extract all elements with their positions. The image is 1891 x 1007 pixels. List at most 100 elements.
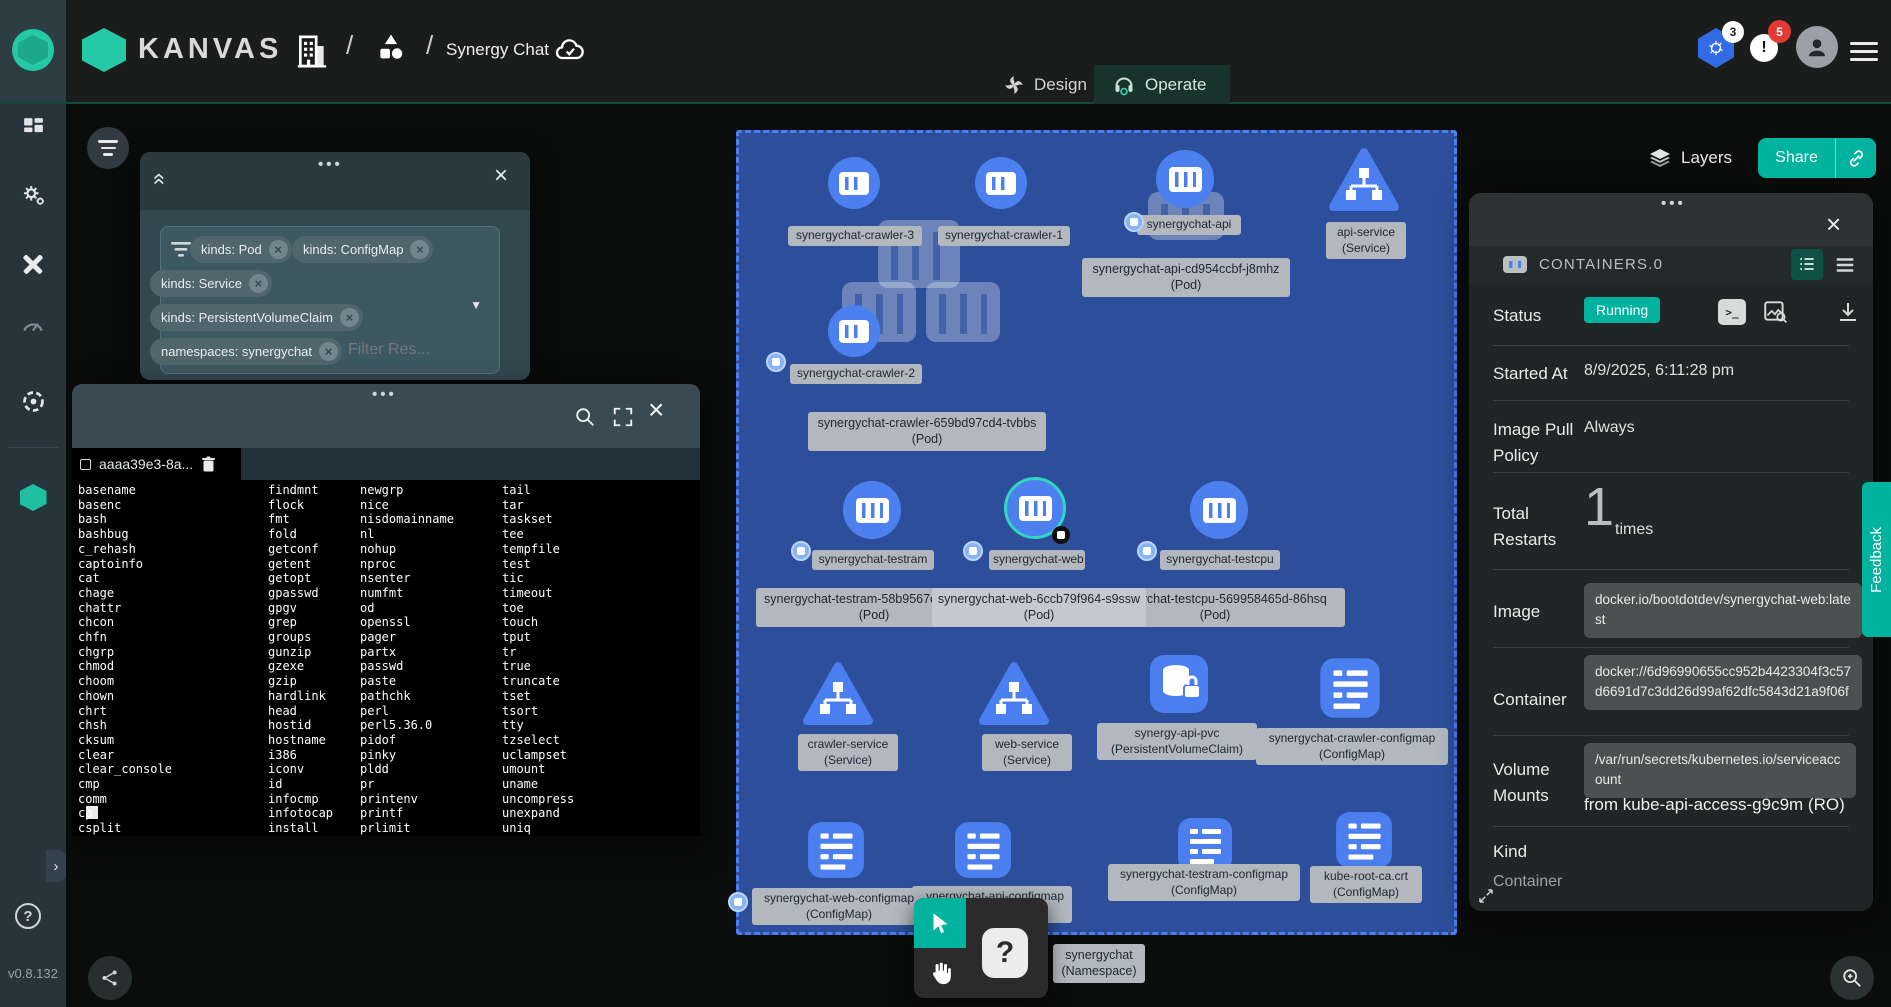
remove-chip-icon[interactable]: × bbox=[249, 274, 268, 293]
image-inspect-icon[interactable] bbox=[1762, 297, 1788, 325]
pod-badge-icon bbox=[963, 541, 983, 561]
help-shortcut-button[interactable]: ? bbox=[982, 928, 1028, 978]
pod-icon-crawler-3[interactable] bbox=[828, 157, 880, 209]
zoom-button[interactable] bbox=[1830, 956, 1874, 1000]
close-icon[interactable]: × bbox=[648, 394, 664, 426]
pod-badge-icon bbox=[1124, 212, 1144, 232]
container-icon bbox=[856, 498, 889, 523]
filter-chip-kinds-pvc[interactable]: kinds: PersistentVolumeClaim× bbox=[150, 304, 363, 331]
remove-chip-icon[interactable]: × bbox=[319, 342, 338, 361]
pod-icon-crawler-2[interactable] bbox=[828, 305, 880, 357]
list-view-icon[interactable] bbox=[1833, 254, 1857, 276]
tab-design[interactable]: Design bbox=[985, 65, 1105, 104]
remove-chip-icon[interactable]: × bbox=[410, 240, 429, 259]
filter-chip-namespace[interactable]: namespaces: synergychat× bbox=[150, 338, 342, 365]
design-shapes-icon[interactable] bbox=[374, 28, 408, 68]
pod-icon-testram[interactable] bbox=[843, 481, 901, 539]
feedback-tab[interactable]: Feedback bbox=[1862, 482, 1891, 637]
expand-sidebar-handle[interactable]: › bbox=[46, 850, 66, 882]
terminal-header[interactable]: ••• × bbox=[72, 384, 700, 448]
remove-chip-icon[interactable]: × bbox=[269, 240, 288, 259]
search-icon[interactable] bbox=[574, 406, 596, 428]
terminal-output[interactable]: basename basenc bash bashbug c_rehash ca… bbox=[72, 480, 700, 836]
panel-drag-header[interactable]: ••• bbox=[1469, 193, 1873, 246]
configmap-icon-crawler-configmap[interactable] bbox=[1318, 656, 1382, 720]
container-id-box[interactable]: docker://6d96990655cc952b4423304f3c57d66… bbox=[1584, 655, 1862, 710]
filter-resources-input[interactable] bbox=[346, 340, 454, 360]
volume-mount-box[interactable]: /var/run/secrets/kubernetes.io/serviceac… bbox=[1584, 743, 1856, 798]
link-icon bbox=[1847, 149, 1866, 168]
canvas-cursor-toolbar: ? bbox=[914, 898, 1048, 998]
container-icon bbox=[1203, 498, 1236, 523]
magnifier-plus-icon bbox=[1841, 967, 1863, 989]
service-icon-crawler-service[interactable] bbox=[802, 660, 874, 728]
sidebar-item-settings[interactable] bbox=[0, 182, 66, 209]
remove-chip-icon[interactable]: × bbox=[340, 308, 359, 327]
terminal-column: tail tar taskset tee tempfile test tic t… bbox=[502, 483, 574, 836]
pod-badge-icon bbox=[1137, 541, 1157, 561]
close-icon[interactable]: × bbox=[1826, 211, 1841, 237]
main-menu-icon[interactable] bbox=[1850, 37, 1878, 66]
filter-chip-kinds-pod[interactable]: kinds: Pod× bbox=[190, 236, 292, 263]
expand-panel-icon[interactable] bbox=[1477, 887, 1495, 905]
pod-icon-crawler-1[interactable] bbox=[975, 157, 1027, 209]
tools-icon bbox=[19, 252, 47, 276]
breadcrumb-project-name[interactable]: Synergy Chat bbox=[446, 40, 549, 60]
collapse-up-icon[interactable]: « bbox=[147, 173, 173, 185]
pod-icon-api[interactable] bbox=[1156, 150, 1214, 208]
restart-count: 1 bbox=[1584, 476, 1614, 538]
pod-icon-testcpu[interactable] bbox=[1190, 481, 1248, 539]
restart-suffix: times bbox=[1615, 521, 1653, 539]
tab-operate-active[interactable]: Operate bbox=[1094, 65, 1230, 104]
terminal-tab-bar: aaaa39e3-8a... bbox=[72, 448, 700, 480]
pan-hand-button[interactable] bbox=[914, 948, 966, 998]
download-icon[interactable] bbox=[1836, 299, 1860, 325]
sidebar-item-toolkit[interactable] bbox=[0, 252, 66, 276]
service-icon-web-service[interactable] bbox=[978, 660, 1050, 728]
terminal-column: basename basenc bash bashbug c_rehash ca… bbox=[78, 483, 172, 836]
close-icon[interactable]: × bbox=[494, 164, 508, 188]
namespace-name-chip: synergychat(Namespace) bbox=[1053, 944, 1145, 983]
sidebar-item-performance[interactable] bbox=[0, 312, 66, 334]
kanvas-logo-icon[interactable] bbox=[82, 28, 126, 72]
sidebar-logo-area bbox=[0, 0, 66, 104]
organization-icon[interactable] bbox=[292, 30, 332, 72]
sidebar-item-meshery[interactable] bbox=[0, 484, 66, 511]
drag-handle-icon[interactable]: ••• bbox=[372, 386, 397, 403]
avatar[interactable] bbox=[1796, 26, 1838, 68]
volume-mount-extra: from kube-api-access-g9c9m (RO) bbox=[1584, 795, 1845, 815]
select-cursor-button[interactable] bbox=[914, 898, 966, 948]
terminal-session-tab[interactable]: aaaa39e3-8a... bbox=[72, 448, 241, 480]
share-button-group: Share bbox=[1758, 138, 1876, 178]
sync-wheel-icon bbox=[20, 388, 47, 415]
sidebar-item-connections[interactable] bbox=[0, 388, 66, 415]
drag-handle-icon[interactable]: ••• bbox=[318, 156, 343, 173]
configmap-name-chip: synergychat-web-configmap(ConfigMap) bbox=[752, 888, 926, 925]
fullscreen-icon[interactable] bbox=[612, 406, 634, 428]
pvc-icon-synergy-api-pvc[interactable] bbox=[1148, 653, 1210, 715]
field-label: Container bbox=[1493, 687, 1567, 713]
copy-link-button[interactable] bbox=[1836, 138, 1876, 178]
service-icon-api-service[interactable] bbox=[1328, 146, 1400, 214]
configmap-icon-kube-root-ca[interactable] bbox=[1334, 810, 1394, 870]
drag-handle-icon[interactable]: ••• bbox=[1661, 195, 1686, 212]
chevron-down-icon[interactable]: ▼ bbox=[470, 298, 482, 312]
hand-icon bbox=[926, 959, 954, 987]
left-navigation-rail: › ? v0.8.132 bbox=[0, 0, 66, 1007]
details-view-toggle-active[interactable] bbox=[1791, 249, 1823, 280]
layers-button[interactable]: Layers bbox=[1648, 146, 1732, 170]
filter-chip-kinds-service[interactable]: kinds: Service× bbox=[150, 270, 272, 297]
share-button[interactable]: Share bbox=[1758, 138, 1836, 178]
configmap-icon-web-configmap[interactable] bbox=[806, 820, 866, 880]
trash-icon[interactable] bbox=[201, 456, 216, 473]
image-value-box[interactable]: docker.io/bootdotdev/synergychat-web:lat… bbox=[1584, 583, 1862, 638]
org-logo[interactable] bbox=[12, 29, 54, 71]
sidebar-item-dashboard[interactable] bbox=[0, 114, 66, 139]
filter-chip-kinds-configmap[interactable]: kinds: ConfigMap× bbox=[292, 236, 433, 263]
open-terminal-icon[interactable]: >_ bbox=[1718, 299, 1746, 325]
help-button[interactable]: ? bbox=[15, 903, 41, 929]
configmap-icon-api-configmap[interactable] bbox=[953, 820, 1013, 880]
filter-panel-header[interactable]: ••• « × bbox=[140, 152, 530, 210]
legend-button[interactable] bbox=[88, 956, 132, 1000]
canvas-menu-button[interactable] bbox=[87, 127, 129, 169]
